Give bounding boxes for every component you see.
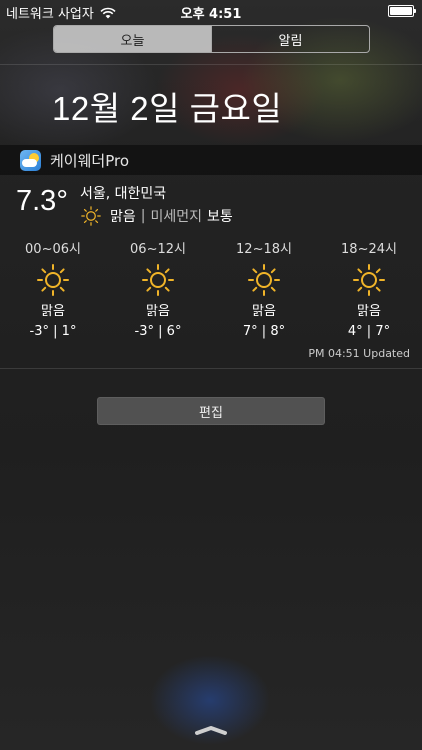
forecast-high: 1° — [61, 324, 77, 339]
forecast-range: 4° | 7° — [347, 324, 391, 339]
status-time: 오후 4:51 — [180, 7, 242, 22]
forecast-range: -3° | 6° — [134, 324, 182, 339]
date-title: 12월 2일 금요일 — [52, 90, 283, 127]
divider — [0, 64, 422, 65]
forecast-item: 12~18시 맑음 7° | 8° — [224, 238, 304, 339]
dust-label: 미세먼지 — [150, 209, 203, 225]
forecast-time: 06~12시 — [130, 242, 186, 257]
forecast-high: 6° — [166, 324, 182, 339]
forecast-time: 12~18시 — [236, 242, 292, 257]
forecast-item: 06~12시 맑음 -3° | 6° — [118, 238, 198, 339]
forecast-low: 7° — [242, 324, 258, 339]
forecast-time: 00~06시 — [25, 242, 81, 257]
widget-app-name: 케이웨더Pro — [50, 151, 129, 170]
forecast-range: -3° | 1° — [29, 324, 77, 339]
tab-control: 오늘 알림 — [53, 25, 370, 53]
forecast-low: 4° — [347, 324, 363, 339]
forecast-high: 8° — [270, 324, 286, 339]
status-bar: 네트워크 사업자 오후 4:51 — [0, 0, 422, 22]
kweather-app-icon — [20, 149, 41, 171]
forecast-high: 7° — [375, 324, 391, 339]
widget-header[interactable]: 케이웨더Pro — [0, 145, 422, 175]
updated-label: PM 04:51 Updated — [308, 347, 410, 360]
sun-icon — [81, 206, 101, 226]
forecast-low: -3° — [29, 324, 50, 339]
forecast-condition: 맑음 — [146, 304, 170, 319]
tab-today[interactable]: 오늘 — [54, 26, 211, 52]
battery-icon — [388, 5, 416, 17]
divider — [0, 368, 422, 369]
condition-divider: | — [140, 208, 146, 224]
sun-icon — [353, 264, 385, 296]
forecast-low: -3° — [134, 324, 155, 339]
chevron-up-icon[interactable] — [194, 724, 228, 736]
location-label: 서울, 대한민국 — [80, 186, 167, 202]
condition-text: 맑음 — [110, 209, 136, 225]
edit-button[interactable]: 편집 — [97, 397, 325, 425]
forecast-condition: 맑음 — [252, 304, 276, 319]
condition-line: 맑음 | 미세먼지 보통 — [80, 205, 233, 227]
forecast-condition: 맑음 — [41, 304, 65, 319]
dust-value: 보통 — [207, 209, 233, 225]
forecast-time: 18~24시 — [341, 242, 397, 257]
tab-notifications[interactable]: 알림 — [211, 26, 369, 52]
current-temperature: 7.3° — [16, 185, 68, 217]
forecast-condition: 맑음 — [357, 304, 381, 319]
sun-icon — [142, 264, 174, 296]
sun-icon — [37, 264, 69, 296]
forecast-range: 7° | 8° — [242, 324, 286, 339]
sun-icon — [248, 264, 280, 296]
forecast-row: 00~06시 맑음 -3° | 1° 06~12시 맑음 -3° | 6° 12… — [0, 238, 422, 343]
forecast-item: 00~06시 맑음 -3° | 1° — [13, 238, 93, 339]
forecast-item: 18~24시 맑음 4° | 7° — [329, 238, 409, 339]
